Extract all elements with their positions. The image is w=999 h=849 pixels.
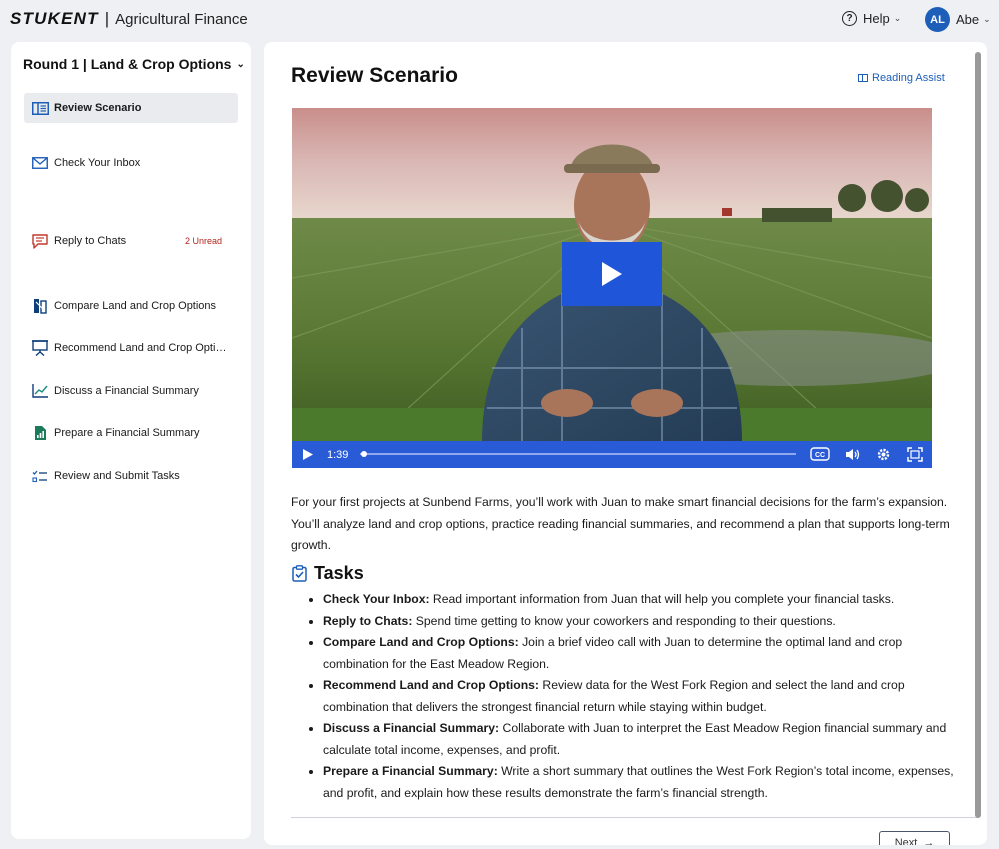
top-bar: STUKENT | Agricultural Finance ? Help ⌄ … [0,0,999,40]
sidebar-item-label: Review Scenario [54,102,142,114]
list-item: Recommend Land and Crop Options: Review … [305,675,955,718]
list-item: Discuss a Financial Summary: Collaborate… [305,718,955,761]
sidebar-item-label: Prepare a Financial Summary [54,427,200,439]
chevron-down-icon: ⌄ [983,14,991,24]
sidebar-item-label: Review and Submit Tasks [54,470,180,482]
captions-button[interactable]: CC [810,447,830,461]
list-item: Check Your Inbox: Read important informa… [305,589,955,611]
play-button[interactable] [562,242,662,306]
round-title: Round 1 | Land & Crop Options [23,56,232,72]
volume-icon [846,449,860,460]
task-title: Compare Land and Crop Options: [323,635,519,649]
svg-text:CC: CC [815,452,825,459]
help-menu-button[interactable]: ? Help ⌄ [842,11,901,26]
video-controls: 1:39 CC [292,441,932,468]
list-item: Compare Land and Crop Options: Join a br… [305,632,955,675]
chevron-down-icon: ⌄ [893,13,902,23]
help-icon: ? [842,11,857,26]
sidebar-item-recommend-options[interactable]: Recommend Land and Crop Options [24,333,238,363]
video-player[interactable]: 1:39 CC [292,108,932,468]
report-icon [31,425,49,441]
next-label: Next [894,837,918,845]
chat-icon [31,233,49,249]
sidebar-item-label: Compare Land and Crop Options [54,300,217,312]
mail-icon [31,155,49,171]
chevron-down-icon: ⌄ [236,58,245,70]
round-selector[interactable]: Round 1 | Land & Crop Options ⌄ [23,56,245,72]
volume-button[interactable] [845,448,861,461]
gear-icon [877,448,890,461]
sidebar-item-label: Discuss a Financial Summary [54,385,199,397]
main-panel: Review Scenario Reading Assist 1:39 CC F… [264,42,987,845]
logo[interactable]: STUKENT | Agricultural Finance [10,9,248,29]
task-description: Read important information from Juan tha… [429,592,895,606]
tasks-heading-text: Tasks [314,563,364,583]
compare-icon [31,298,49,314]
settings-button[interactable] [876,447,891,462]
sidebar-item-discuss-summary[interactable]: Discuss a Financial Summary [24,376,238,406]
task-title: Prepare a Financial Summary: [323,764,498,778]
captions-icon: CC [810,447,830,461]
sidebar-item-reply-chats[interactable]: Reply to Chats 2 Unread [24,226,238,256]
sidebar-item-review-scenario[interactable]: Review Scenario [24,93,238,123]
sidebar-item-label: Check Your Inbox [54,157,141,169]
sidebar-item-label: Recommend Land and Crop Options [54,342,232,354]
logo-wordmark: STUKENT [10,9,99,28]
task-title: Recommend Land and Crop Options: [323,678,539,692]
sidebar: Round 1 | Land & Crop Options ⌄ Review S… [11,42,251,839]
task-description: Spend time getting to know your coworker… [412,613,836,628]
task-title: Discuss a Financial Summary: [323,721,500,735]
scrollbar[interactable] [975,52,981,818]
sidebar-item-check-inbox[interactable]: Check Your Inbox [24,148,238,178]
tasks-heading: Tasks [292,563,364,584]
unread-badge: 2 Unread [184,236,222,246]
checklist-icon [31,468,49,484]
list-item: Prepare a Financial Summary: Write a sho… [305,761,955,804]
video-progress-thumb[interactable] [361,451,368,457]
video-progress-track[interactable] [360,451,796,457]
book-icon [858,74,868,82]
task-title: Reply to Chats: [323,613,413,628]
avatar: AL [925,7,950,32]
sidebar-item-prepare-summary[interactable]: Prepare a Financial Summary [24,418,238,448]
user-name: Abe [956,12,980,27]
clipboard-check-icon [292,565,307,582]
play-icon [602,262,622,286]
next-button[interactable]: Next → [879,831,950,845]
user-menu-button[interactable]: AL Abe ⌄ [925,7,991,32]
scenario-intro: For your first projects at Sunbend Farms… [291,495,950,552]
sidebar-item-review-submit[interactable]: Review and Submit Tasks [24,461,238,491]
sidebar-item-label: Reply to Chats [54,235,127,247]
fullscreen-icon [907,447,923,462]
reading-assist-button[interactable]: Reading Assist [858,72,945,84]
task-title: Check Your Inbox: [323,592,430,606]
sidebar-item-compare-options[interactable]: Compare Land and Crop Options [24,291,238,321]
play-icon [303,449,313,460]
help-label: Help [863,11,890,26]
line-chart-icon [31,383,49,399]
logo-separator: | [104,9,110,28]
book-icon [31,100,49,116]
presentation-icon [31,340,49,356]
divider [291,817,978,818]
reading-assist-label: Reading Assist [872,72,945,84]
video-time: 1:39 [327,449,349,461]
app-title: Agricultural Finance [115,10,248,28]
arrow-right-icon: → [923,837,935,845]
page-title: Review Scenario [291,64,458,87]
fullscreen-button[interactable] [907,447,923,462]
task-list: Check Your Inbox: Read important informa… [305,589,955,804]
play-toggle-button[interactable] [303,449,313,460]
list-item: Reply to Chats: Spend time getting to kn… [305,611,955,633]
